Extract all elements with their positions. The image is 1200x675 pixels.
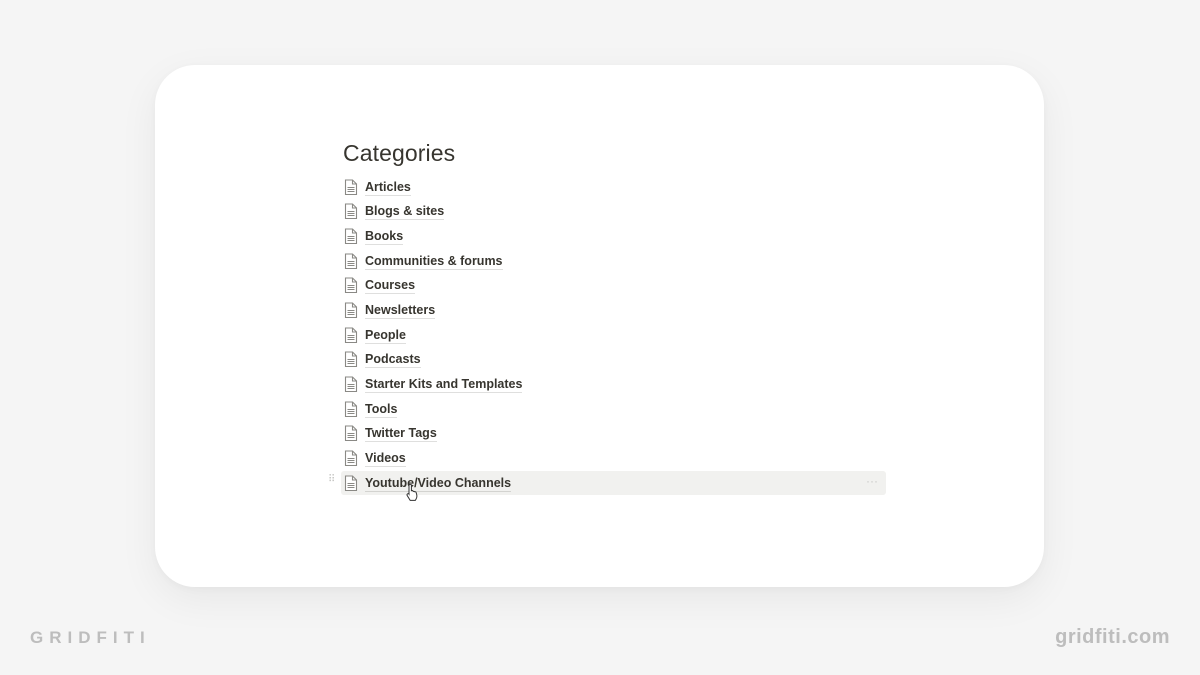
page-link-row[interactable]: ⠿ Youtube/Video Channels ··· xyxy=(328,470,886,496)
page-link-label[interactable]: Starter Kits and Templates xyxy=(365,376,523,393)
page-link-label[interactable]: Blogs & sites xyxy=(365,203,445,221)
page-link-row[interactable]: Podcasts xyxy=(341,347,886,372)
page-link-label[interactable]: People xyxy=(365,327,406,344)
page-icon xyxy=(344,425,358,442)
page-list: Articles Blogs & sites Books Communities & … xyxy=(328,175,886,496)
page-link-row[interactable]: Books xyxy=(341,224,886,249)
page-link-row[interactable]: Newsletters xyxy=(341,298,886,323)
page-link-label[interactable]: Books xyxy=(365,228,404,246)
page-link-label[interactable]: Newsletters xyxy=(365,302,436,320)
page-icon xyxy=(344,228,358,245)
more-options-icon[interactable]: ··· xyxy=(866,474,878,488)
page-icon xyxy=(344,179,358,196)
page-link-label[interactable]: Communities & forums xyxy=(365,253,503,270)
page-link-row[interactable]: People xyxy=(341,323,886,348)
page-link-row[interactable]: Starter Kits and Templates xyxy=(341,372,886,397)
page-link-row[interactable]: Communities & forums xyxy=(341,249,886,274)
page-link-row[interactable]: Blogs & sites xyxy=(341,200,886,225)
page-link-label[interactable]: Videos xyxy=(365,450,406,467)
page-link-row[interactable]: Twitter Tags xyxy=(341,421,886,446)
brand-logo-text: GRIDFITI xyxy=(30,628,151,647)
brand-url: gridfiti.com xyxy=(1055,626,1170,648)
page-icon xyxy=(344,277,358,294)
page-link-row[interactable]: Articles xyxy=(341,175,886,200)
page-link-label[interactable]: Tools xyxy=(365,401,398,418)
page-link-row[interactable]: Tools xyxy=(341,397,886,422)
page-icon xyxy=(344,450,358,467)
drag-handle-icon[interactable]: ⠿ xyxy=(328,474,336,489)
page-icon xyxy=(344,203,358,220)
hand-cursor-icon xyxy=(406,484,418,501)
page-icon xyxy=(344,474,358,492)
page-link-label[interactable]: Podcasts xyxy=(365,351,421,369)
page-title: Categories xyxy=(343,140,456,166)
page-icon xyxy=(344,253,358,270)
page-link-label[interactable]: Courses xyxy=(365,277,416,295)
page-link-label[interactable]: Youtube/Video Channels xyxy=(365,475,512,492)
page-link-label[interactable]: Twitter Tags xyxy=(365,425,437,443)
page-link-row[interactable]: Courses xyxy=(341,274,886,299)
page-icon xyxy=(344,376,358,393)
page-icon xyxy=(344,327,358,344)
page-icon xyxy=(344,302,358,319)
page-link-row[interactable]: Videos xyxy=(341,446,886,471)
page-link-label[interactable]: Articles xyxy=(365,179,411,196)
page-icon xyxy=(344,401,358,418)
page-icon xyxy=(344,351,358,368)
